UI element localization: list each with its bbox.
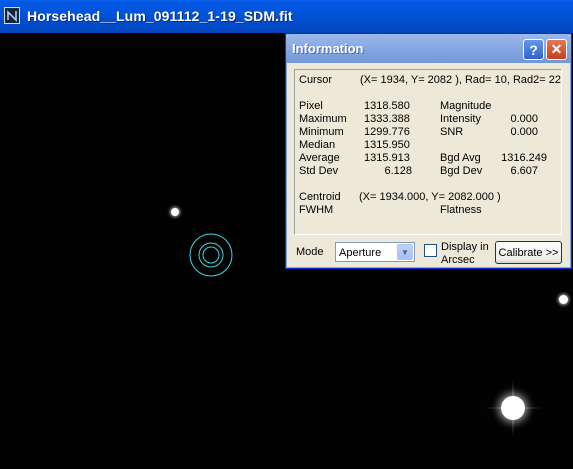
minimum-label: Minimum (299, 126, 344, 138)
bright-star (501, 396, 525, 420)
calibrate-button[interactable]: Calibrate >> (495, 241, 562, 264)
mode-label: Mode (296, 246, 324, 258)
centroid-label: Centroid (299, 191, 341, 203)
median-value: 1315.950 (364, 139, 410, 151)
star (559, 295, 568, 304)
snr-value: 0.000 (510, 126, 538, 138)
arcsec-label-line2: Arcsec (441, 254, 475, 266)
arcsec-label[interactable]: Display in Arcsec (441, 241, 489, 267)
mode-select-value: Aperture (339, 247, 382, 259)
info-title: Information (292, 41, 364, 56)
close-icon: ✕ (550, 41, 563, 57)
average-label: Average (299, 152, 340, 164)
information-dialog[interactable]: Information ? ✕ Cursor (X= 1934, Y= 2082… (285, 33, 572, 269)
bgd-dev-value: 6.607 (510, 165, 538, 177)
flatness-label: Flatness (440, 204, 482, 216)
cursor-label: Cursor (299, 74, 333, 86)
arcsec-label-line1: Display in (441, 241, 489, 253)
cursor-value: (X= 1934, Y= 2082 ), Rad= 10, Rad2= 22 (360, 74, 562, 86)
bgd-avg-value: 1316.249 (501, 152, 547, 164)
chevron-down-icon[interactable]: ▼ (397, 244, 413, 260)
info-titlebar[interactable]: Information ? ✕ (286, 34, 571, 63)
fwhm-label: FWHM (299, 204, 334, 216)
mode-select[interactable]: Aperture ▼ (335, 242, 415, 262)
aperture-cursor[interactable] (186, 230, 236, 280)
pixel-value: 1318.580 (364, 100, 410, 112)
arcsec-checkbox[interactable] (424, 244, 437, 257)
intensity-value: 0.000 (510, 113, 538, 125)
intensity-label: Intensity (440, 113, 481, 125)
average-value: 1315.913 (364, 152, 410, 164)
app-icon[interactable] (4, 7, 20, 24)
window-title: Horsehead__Lum_091112_1-19_SDM.fit (27, 8, 293, 24)
bgd-dev-label: Bgd Dev (440, 165, 483, 177)
help-button[interactable]: ? (523, 39, 544, 60)
std-dev-value: 6.128 (384, 165, 412, 177)
std-dev-label: Std Dev (299, 165, 339, 177)
median-label: Median (299, 139, 336, 151)
centroid-value: (X= 1934.000, Y= 2082.000 ) (359, 191, 501, 203)
star (171, 208, 179, 216)
maximum-value: 1333.388 (364, 113, 410, 125)
info-readout-panel: Cursor (X= 1934, Y= 2082 ), Rad= 10, Rad… (294, 69, 562, 235)
pixel-label: Pixel (299, 100, 323, 112)
main-titlebar[interactable]: Horsehead__Lum_091112_1-19_SDM.fit (0, 0, 573, 33)
minimum-value: 1299.776 (364, 126, 410, 138)
bgd-avg-label: Bgd Avg (440, 152, 481, 164)
snr-label: SNR (440, 126, 464, 138)
help-icon: ? (529, 41, 538, 58)
close-button[interactable]: ✕ (546, 39, 567, 60)
maximum-label: Maximum (299, 113, 347, 125)
magnitude-label: Magnitude (440, 100, 492, 112)
